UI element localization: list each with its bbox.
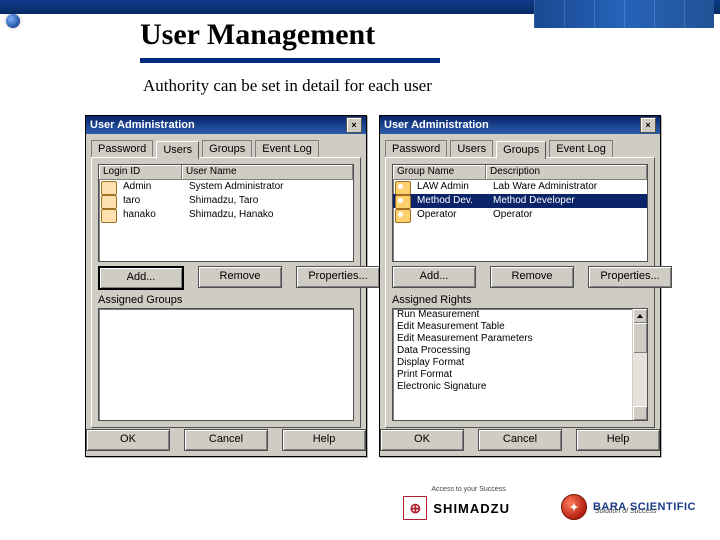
remove-button[interactable]: Remove <box>198 266 282 288</box>
list-header: Group Name Description <box>393 165 647 180</box>
ok-button[interactable]: OK <box>380 429 464 451</box>
list-item[interactable]: LAW AdminLab Ware Administrator <box>393 180 647 194</box>
dialog-buttons: OK Cancel Help <box>86 429 366 451</box>
tab-event-log[interactable]: Event Log <box>255 140 319 158</box>
dialog-buttons: OK Cancel Help <box>380 429 660 451</box>
dialog-titlebar[interactable]: User Administration × <box>86 116 366 134</box>
list-item[interactable]: taroShimadzu, Taro <box>99 194 353 208</box>
shimadzu-mark-icon: ⊕ <box>403 496 427 520</box>
right-item[interactable]: Electronic Signature <box>393 381 647 393</box>
remove-button[interactable]: Remove <box>490 266 574 288</box>
scrollbar[interactable] <box>632 309 647 420</box>
bara-mark-icon: ✦ <box>561 494 587 520</box>
tab-users[interactable]: Users <box>156 141 199 159</box>
tab-event-log[interactable]: Event Log <box>549 140 613 158</box>
group-icon <box>395 209 411 223</box>
user-icon <box>101 209 117 223</box>
bullet-decoration <box>6 14 20 28</box>
group-icon <box>395 181 411 195</box>
list-item[interactable]: hanakoShimadzu, Hanako <box>99 208 353 222</box>
tab-groups[interactable]: Groups <box>496 141 546 159</box>
col-login-id[interactable]: Login ID <box>99 165 182 179</box>
tab-password[interactable]: Password <box>91 140 153 158</box>
tab-groups[interactable]: Groups <box>202 140 252 158</box>
scrollbar-thumb[interactable] <box>633 323 647 353</box>
close-icon[interactable]: × <box>346 117 362 133</box>
logo-tagline: Solution of Success <box>595 508 656 515</box>
cancel-button[interactable]: Cancel <box>184 429 268 451</box>
add-button[interactable]: Add... <box>392 266 476 288</box>
logo-tagline: Access to your Success <box>431 486 505 493</box>
tab-password[interactable]: Password <box>385 140 447 158</box>
add-button[interactable]: Add... <box>98 266 184 290</box>
right-item[interactable]: Run Measurement <box>393 309 647 321</box>
assigned-groups-label: Assigned Groups <box>98 294 182 306</box>
user-admin-dialog-users: User Administration × Password Users Gro… <box>85 115 367 457</box>
bara-scientific-logo: ✦ BARA SCIENTIFIC Solution of Success <box>561 494 696 520</box>
list-item[interactable]: AdminSystem Administrator <box>99 180 353 194</box>
col-user-name[interactable]: User Name <box>182 165 353 179</box>
help-button[interactable]: Help <box>576 429 660 451</box>
assigned-rights-listbox[interactable]: Run Measurement Edit Measurement Table E… <box>392 308 648 421</box>
user-icon <box>101 181 117 195</box>
shimadzu-logo: Access to your Success ⊕ SHIMADZU <box>403 496 510 520</box>
page-subtitle: Authority can be set in detail for each … <box>143 76 432 96</box>
group-icon <box>395 195 411 209</box>
list-item[interactable]: Method Dev.Method Developer <box>393 194 647 208</box>
tab-body: Login ID User Name AdminSystem Administr… <box>91 157 361 428</box>
properties-button[interactable]: Properties... <box>296 266 380 288</box>
properties-button[interactable]: Properties... <box>588 266 672 288</box>
page-title: User Management <box>140 18 375 52</box>
right-item[interactable]: Print Format <box>393 369 647 381</box>
cancel-button[interactable]: Cancel <box>478 429 562 451</box>
user-admin-dialog-groups: User Administration × Password Users Gro… <box>379 115 661 457</box>
logo-text: SHIMADZU <box>433 501 510 516</box>
assigned-rights-label: Assigned Rights <box>392 294 472 306</box>
ok-button[interactable]: OK <box>86 429 170 451</box>
tab-users[interactable]: Users <box>450 140 493 158</box>
right-item[interactable]: Display Format <box>393 357 647 369</box>
close-icon[interactable]: × <box>640 117 656 133</box>
assigned-groups-listbox[interactable] <box>98 308 354 421</box>
banner-art <box>534 0 714 28</box>
groups-listbox[interactable]: Group Name Description LAW AdminLab Ware… <box>392 164 648 262</box>
user-icon <box>101 195 117 209</box>
tab-strip: Password Users Groups Event Log General <box>385 140 655 158</box>
title-underline <box>140 58 440 63</box>
right-item[interactable]: Edit Measurement Table <box>393 321 647 333</box>
dialog-titlebar[interactable]: User Administration × <box>380 116 660 134</box>
col-description[interactable]: Description <box>486 165 647 179</box>
list-item[interactable]: OperatorOperator <box>393 208 647 222</box>
right-item[interactable]: Edit Measurement Parameters <box>393 333 647 345</box>
tab-strip: Password Users Groups Event Log General <box>91 140 361 158</box>
dialog-title-text: User Administration <box>384 116 489 134</box>
dialog-title-text: User Administration <box>90 116 195 134</box>
list-header: Login ID User Name <box>99 165 353 180</box>
users-listbox[interactable]: Login ID User Name AdminSystem Administr… <box>98 164 354 262</box>
tab-body: Group Name Description LAW AdminLab Ware… <box>385 157 655 428</box>
right-item[interactable]: Data Processing <box>393 345 647 357</box>
help-button[interactable]: Help <box>282 429 366 451</box>
col-group-name[interactable]: Group Name <box>393 165 486 179</box>
